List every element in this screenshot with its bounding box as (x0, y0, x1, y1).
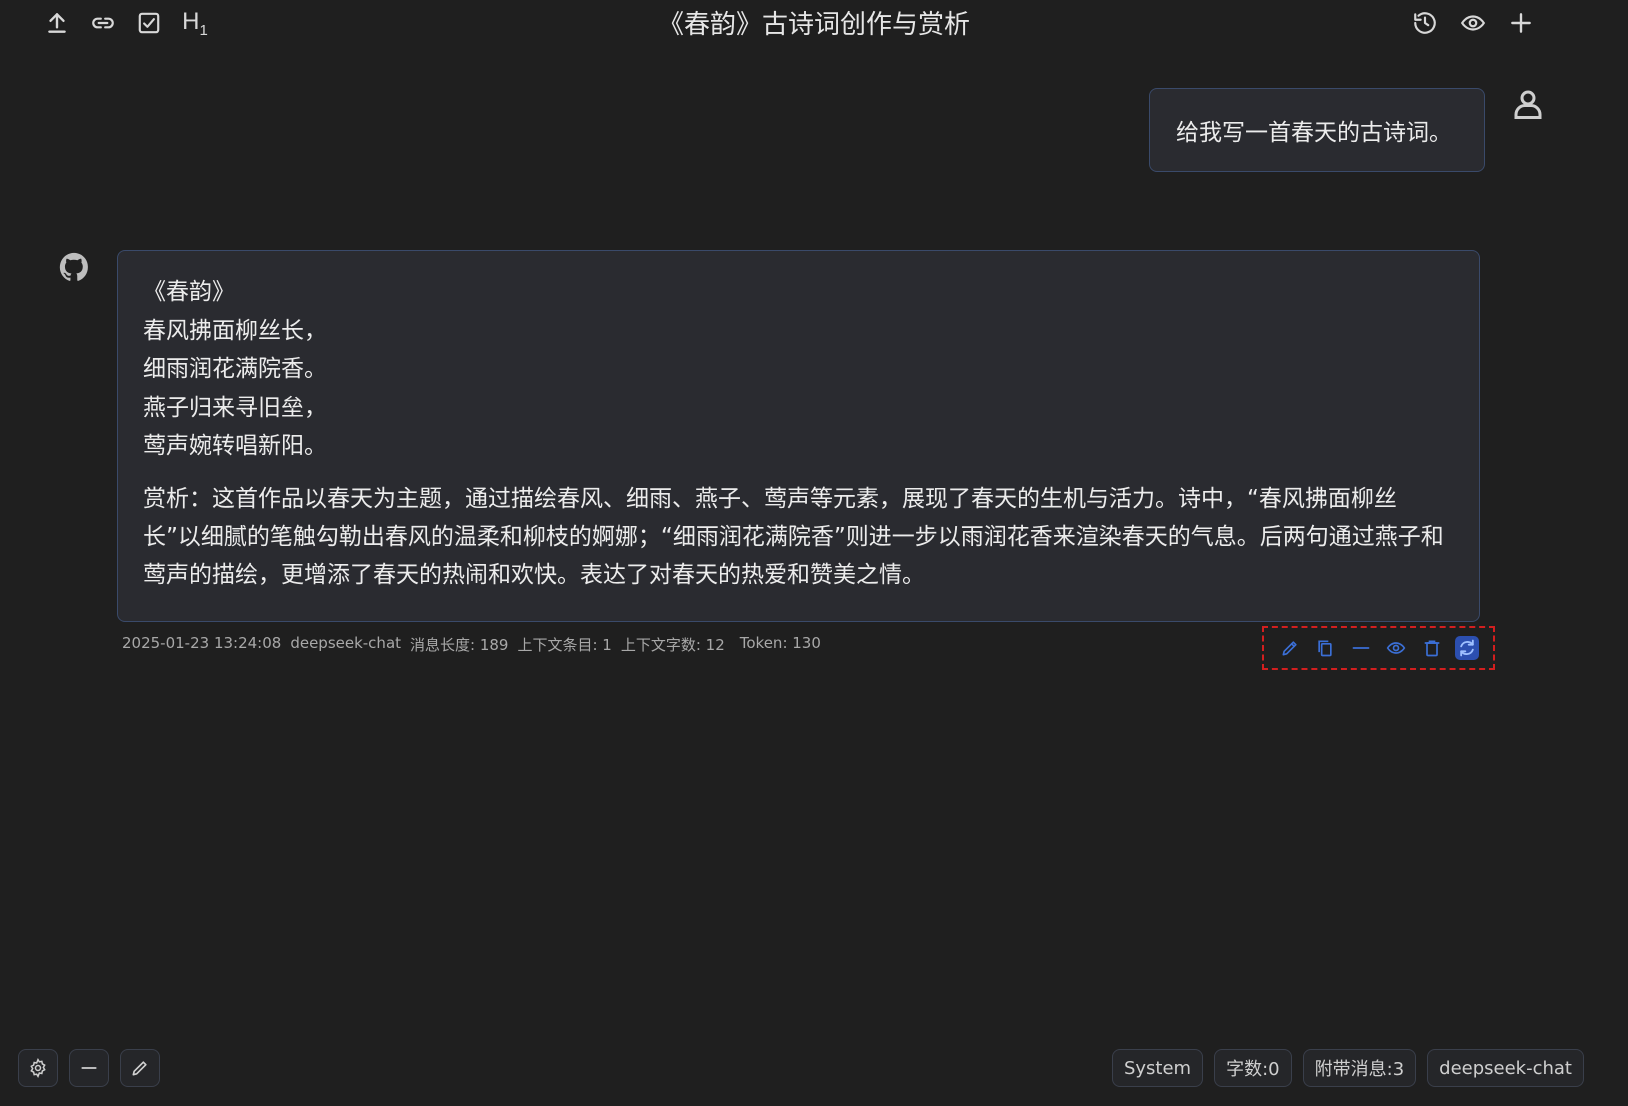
poem-title: 《春韵》 (143, 279, 235, 305)
message-timestamp: 2025-01-23 13:24:08 (122, 634, 282, 652)
poem: 《春韵》 春风拂面柳丝长， 细雨润花满院香。 燕子归来寻旧垒， 莺声婉转唱新阳。 (143, 273, 1454, 466)
poem-line: 春风拂面柳丝长， (143, 317, 327, 344)
user-avatar-icon (1510, 86, 1546, 122)
minus-icon[interactable] (69, 1049, 109, 1087)
message-actions (1262, 626, 1495, 670)
plus-icon[interactable] (1504, 6, 1538, 40)
bottom-right-status: System 字数:0 附带消息:3 deepseek-chat (1111, 1049, 1584, 1087)
bottom-left-controls (18, 1049, 160, 1087)
assistant-message-bubble: 《春韵》 春风拂面柳丝长， 细雨润花满院香。 燕子归来寻旧垒， 莺声婉转唱新阳。… (117, 250, 1480, 622)
edit-icon[interactable] (1278, 636, 1302, 660)
token-count: Token: 130 (739, 634, 821, 652)
message-model: deepseek-chat (290, 634, 402, 652)
system-button[interactable]: System (1111, 1049, 1204, 1087)
poem-analysis: 赏析：这首作品以春天为主题，通过描绘春风、细雨、燕子、莺声等元素，展现了春天的生… (143, 485, 1444, 588)
top-bar: H1 《春韵》古诗词创作与赏析 (0, 0, 1628, 48)
delete-icon[interactable] (1420, 636, 1444, 660)
github-icon (57, 250, 91, 284)
poem-line: 莺声婉转唱新阳。 (143, 433, 327, 459)
char-count-badge[interactable]: 字数:0 (1214, 1049, 1292, 1087)
toolbar-right (1408, 6, 1538, 40)
message-meta: 2025-01-23 13:24:08 deepseek-chat 消息长度: … (122, 634, 821, 655)
refresh-icon[interactable] (1455, 636, 1480, 660)
history-icon[interactable] (1408, 6, 1442, 40)
toolbar-left: H1 (40, 6, 212, 40)
poem-line: 细雨润花满院香。 (143, 356, 327, 382)
page-title: 《春韵》古诗词创作与赏析 (657, 10, 970, 40)
eye-icon[interactable] (1456, 6, 1490, 40)
poem-line: 燕子归来寻旧垒， (143, 394, 327, 421)
message-length: 消息长度: 189 (410, 636, 509, 654)
settings-icon[interactable] (18, 1049, 58, 1087)
pencil-icon[interactable] (120, 1049, 160, 1087)
context-items: 上下文条目: 1 (517, 636, 612, 654)
eye-icon[interactable] (1384, 636, 1408, 660)
upload-icon[interactable] (40, 6, 74, 40)
copy-icon[interactable] (1313, 636, 1337, 660)
collapse-icon[interactable] (1349, 636, 1373, 660)
user-message-text: 给我写一首春天的古诗词。 (1176, 120, 1452, 146)
link-icon[interactable] (86, 6, 120, 40)
context-chars: 上下文字数: 12 (620, 636, 725, 654)
attached-messages-button[interactable]: 附带消息:3 (1302, 1049, 1417, 1087)
model-selector[interactable]: deepseek-chat (1427, 1049, 1584, 1087)
checkbox-icon[interactable] (132, 6, 166, 40)
user-message-bubble: 给我写一首春天的古诗词。 (1149, 88, 1485, 172)
heading-icon[interactable]: H1 (178, 6, 212, 40)
